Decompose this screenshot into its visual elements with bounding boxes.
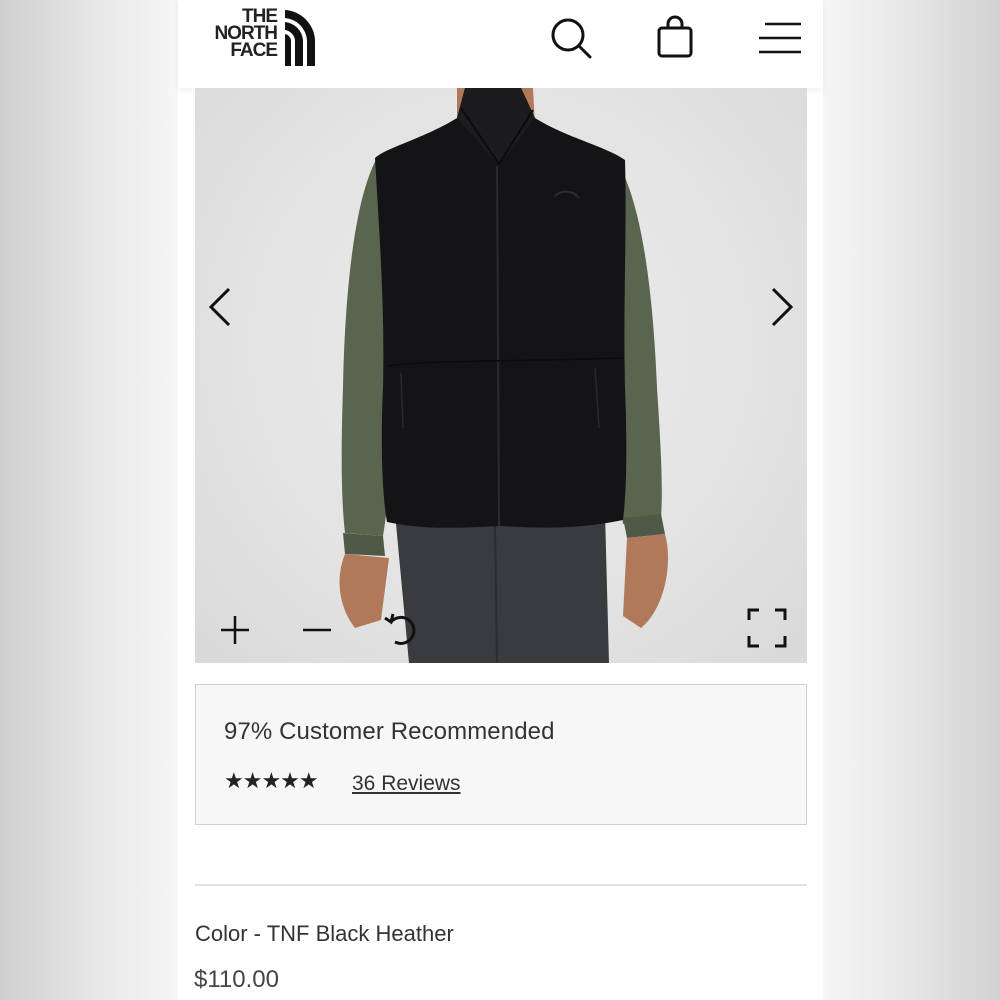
hamburger-menu-icon[interactable] xyxy=(755,14,803,62)
chevron-left-icon[interactable] xyxy=(201,283,241,331)
product-page: THE NORTH FACE 97% Customer Recommended … xyxy=(178,0,823,1000)
star-rating: ★★★★★ xyxy=(224,769,319,794)
plus-icon[interactable] xyxy=(215,608,255,648)
product-price: $110.00 xyxy=(194,966,279,993)
search-icon[interactable] xyxy=(547,14,595,62)
brand-logo[interactable]: THE NORTH FACE xyxy=(193,7,318,68)
chevron-right-icon[interactable] xyxy=(761,283,801,331)
reviews-link[interactable]: 36 Reviews xyxy=(352,772,461,796)
half-dome-logo-icon xyxy=(285,10,315,66)
site-header: THE NORTH FACE xyxy=(178,0,823,88)
rating-summary: 97% Customer Recommended ★★★★★ 36 Review… xyxy=(195,684,807,825)
selected-color: Color - TNF Black Heather xyxy=(195,921,454,946)
recommend-percentage: 97% Customer Recommended xyxy=(224,718,555,745)
section-divider xyxy=(195,884,807,886)
minus-icon[interactable] xyxy=(297,608,337,648)
fullscreen-icon[interactable] xyxy=(747,608,787,648)
product-image-gallery[interactable] xyxy=(195,88,807,663)
rotate-reset-icon[interactable] xyxy=(381,608,421,648)
product-photo xyxy=(339,88,668,663)
shopping-bag-icon[interactable] xyxy=(651,14,699,62)
